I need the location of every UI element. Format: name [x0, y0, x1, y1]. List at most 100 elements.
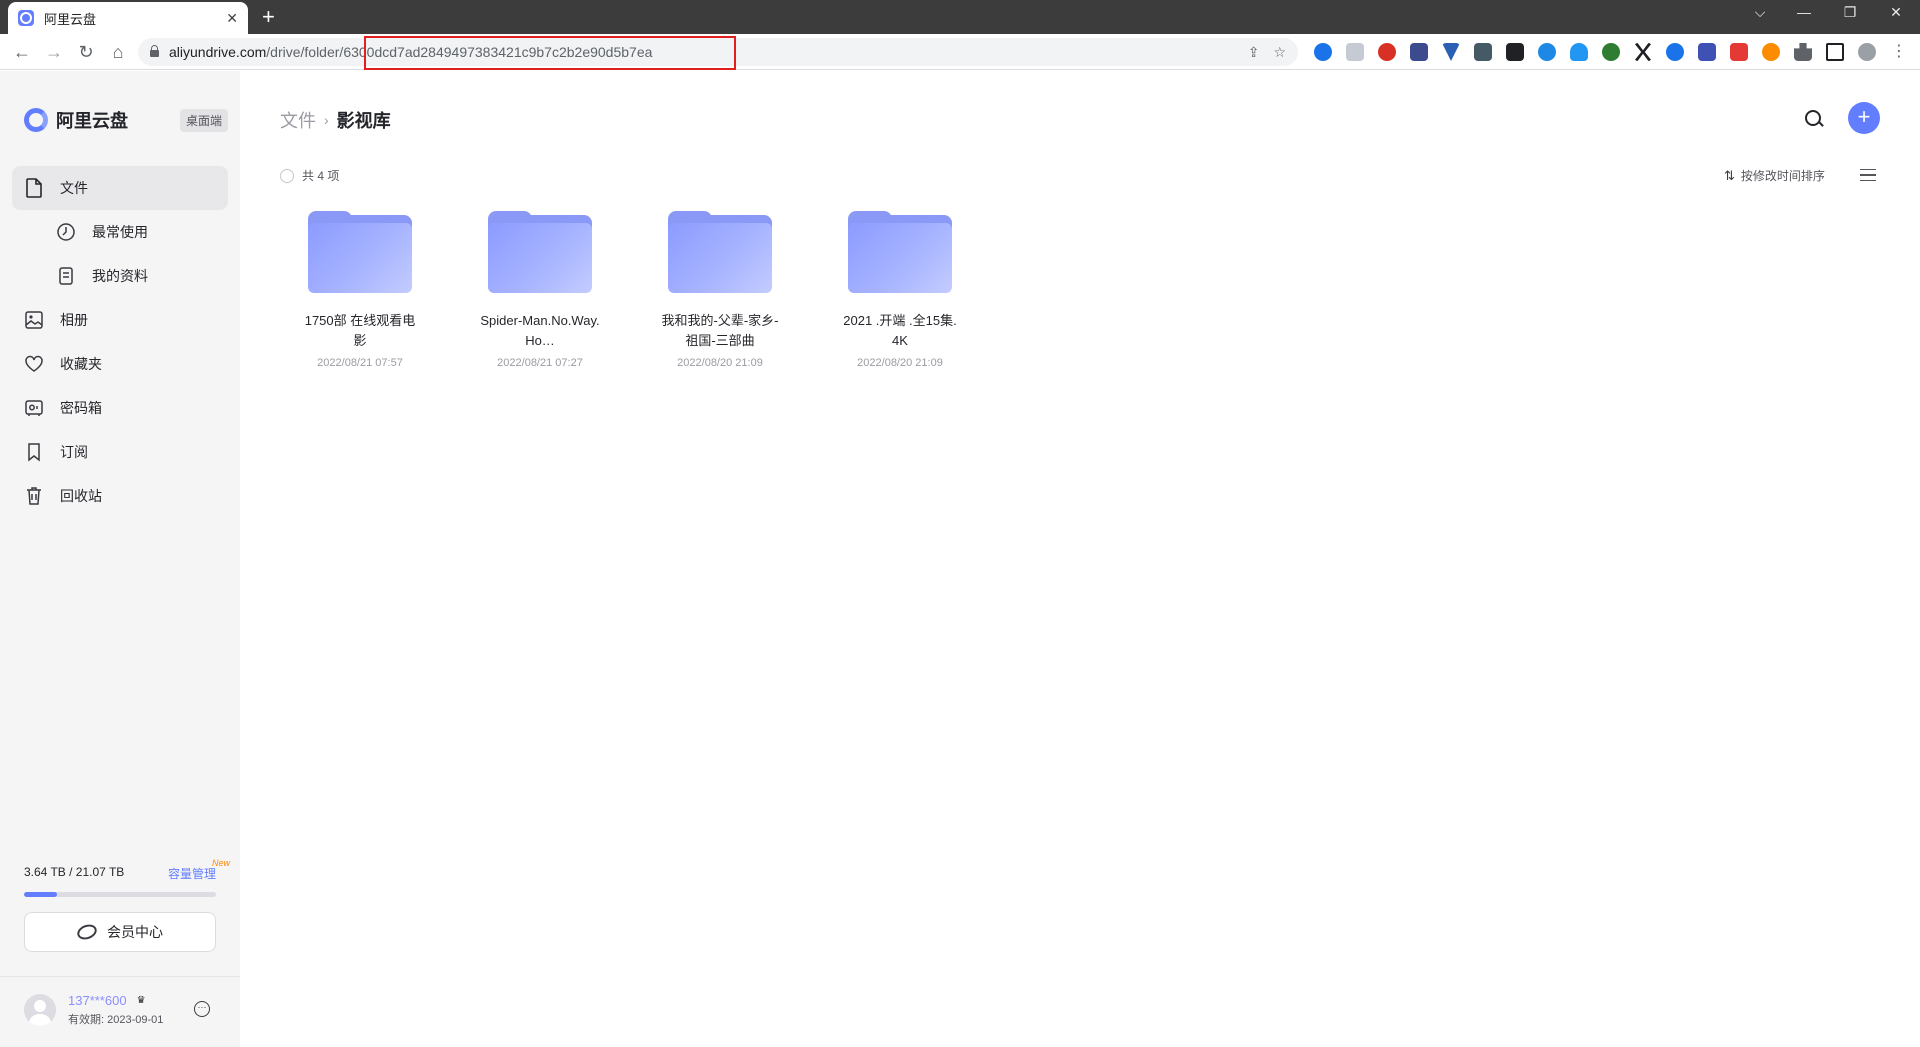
heart-icon — [24, 354, 44, 374]
member-center-label: 会员中心 — [107, 924, 163, 940]
folder-name: 2021 .开端 .全15集. 4K — [843, 313, 957, 348]
restore-icon[interactable]: ❐ — [1830, 4, 1870, 21]
sidebar-nav: 文件 最常使用 我的资料 相册 收藏夹 密码箱 订阅 回收站 — [12, 166, 228, 518]
folder-name: Spider-Man.No.Way.Ho… — [480, 313, 600, 348]
extension-icon[interactable] — [1730, 43, 1748, 61]
folder-name: 1750部 在线观看电影 — [304, 313, 416, 348]
sidebar-item-label: 订阅 — [60, 444, 88, 460]
membership-expiry: 有效期: 2023-09-01 — [68, 1014, 164, 1026]
sidebar-item-label: 回收站 — [60, 488, 102, 504]
safe-icon — [24, 398, 44, 418]
folder-date: 2022/08/20 21:09 — [677, 357, 763, 369]
extension-icon[interactable] — [1762, 43, 1780, 61]
share-icon[interactable]: ⇪ — [1248, 44, 1260, 61]
folder-card[interactable]: 2021 .开端 .全15集. 4K 2022/08/20 21:09 — [840, 211, 960, 369]
sidebar-item-album[interactable]: 相册 — [12, 298, 228, 342]
search-icon[interactable] — [1803, 108, 1825, 130]
more-options-icon[interactable]: ··· — [194, 1001, 210, 1017]
photo-icon — [24, 310, 44, 330]
sort-button[interactable]: ⇅ 按修改时间排序 — [1724, 167, 1825, 184]
sidebar-item-label: 我的资料 — [92, 268, 148, 284]
member-center-button[interactable]: 会员中心 — [24, 912, 216, 952]
extension-icon[interactable] — [1346, 43, 1364, 61]
browser-tab-bar: 阿里云盘 ✕ + ⌵ — ❐ ✕ — [0, 0, 1920, 34]
clock-icon — [56, 222, 76, 242]
side-panel-icon[interactable] — [1826, 43, 1844, 61]
extension-icon[interactable] — [1698, 43, 1716, 61]
url-host: aliyundrive.com — [169, 44, 267, 60]
item-count: 共 4 项 — [302, 169, 340, 183]
capacity-manage-link[interactable]: 容量管理 New — [167, 858, 230, 882]
add-button[interactable]: + — [1848, 102, 1880, 134]
sidebar-item-recycle-bin[interactable]: 回收站 — [12, 474, 228, 518]
sidebar-item-recent[interactable]: 最常使用 — [12, 210, 228, 254]
sidebar: 阿里云盘 桌面端 文件 最常使用 我的资料 相册 收藏夹 密码箱 订阅 回收站 … — [0, 71, 240, 1047]
sidebar-item-label: 收藏夹 — [60, 356, 102, 372]
tab-close-icon[interactable]: ✕ — [226, 10, 238, 27]
sidebar-item-files[interactable]: 文件 — [12, 166, 228, 210]
extension-icon[interactable] — [1474, 43, 1492, 61]
sidebar-item-safe[interactable]: 密码箱 — [12, 386, 228, 430]
kebab-menu-icon[interactable]: ⋮ — [1890, 43, 1908, 61]
extension-icon[interactable] — [1666, 43, 1684, 61]
home-icon[interactable]: ⌂ — [106, 40, 130, 64]
user-name: 137***600 — [68, 993, 127, 1008]
app-logo[interactable]: 阿里云盘 — [24, 107, 128, 133]
reload-icon[interactable]: ↻ — [74, 40, 98, 64]
capacity-manage-label: 容量管理 — [167, 867, 216, 881]
sidebar-item-subscriptions[interactable]: 订阅 — [12, 430, 228, 474]
breadcrumb: 文件 › 影视库 — [280, 107, 391, 133]
storage-panel: 3.64 TB / 21.07 TB 容量管理 New — [24, 858, 230, 897]
avatar[interactable] — [24, 994, 56, 1026]
folder-card[interactable]: Spider-Man.No.Way.Ho… 2022/08/21 07:27 — [480, 211, 600, 369]
storage-used-text: 3.64 TB / 21.07 TB — [24, 865, 125, 879]
sidebar-item-label: 相册 — [60, 312, 88, 328]
extension-icon[interactable] — [1410, 43, 1428, 61]
user-profile[interactable]: 137***600 ♛ 有效期: 2023-09-01 ··· — [24, 993, 216, 1027]
document-icon — [56, 266, 76, 286]
cloud-extension-icon[interactable] — [1570, 43, 1588, 61]
folder-icon — [668, 211, 772, 297]
breadcrumb-current: 影视库 — [336, 111, 391, 131]
breadcrumb-root[interactable]: 文件 — [280, 107, 316, 133]
url-highlight-box — [364, 36, 736, 70]
folder-name: 我和我的-父辈-家乡-祖国-三部曲 — [661, 313, 779, 348]
forward-arrow-icon[interactable]: → — [42, 40, 66, 64]
close-window-icon[interactable]: ✕ — [1876, 4, 1916, 21]
trash-icon — [24, 486, 44, 506]
sidebar-item-favorites[interactable]: 收藏夹 — [12, 342, 228, 386]
file-grid: 1750部 在线观看电影 2022/08/21 07:57 Spider-Man… — [300, 211, 1020, 369]
desktop-client-button[interactable]: 桌面端 — [180, 109, 229, 132]
new-tab-button[interactable]: + — [262, 4, 275, 30]
lock-icon[interactable] — [150, 45, 159, 57]
extension-icon[interactable] — [1506, 43, 1524, 61]
browser-tab[interactable]: 阿里云盘 ✕ — [8, 2, 248, 34]
file-icon — [24, 178, 44, 198]
bookmark-star-icon[interactable]: ☆ — [1273, 44, 1286, 61]
folder-date: 2022/08/21 07:27 — [497, 357, 583, 369]
sidebar-item-label: 最常使用 — [92, 224, 148, 240]
back-arrow-icon[interactable]: ← — [10, 40, 34, 64]
folder-card[interactable]: 我和我的-父辈-家乡-祖国-三部曲 2022/08/20 21:09 — [660, 211, 780, 369]
extension-icon[interactable] — [1538, 43, 1556, 61]
folder-card[interactable]: 1750部 在线观看电影 2022/08/21 07:57 — [300, 211, 420, 369]
aliyun-logo-icon — [24, 108, 48, 132]
select-all-checkbox[interactable] — [280, 168, 294, 183]
profile-icon[interactable] — [1858, 43, 1876, 61]
planet-icon — [75, 922, 99, 942]
list-view-icon[interactable] — [1860, 169, 1876, 181]
sidebar-divider — [0, 976, 240, 977]
logo-text: 阿里云盘 — [56, 111, 128, 131]
minimize-icon[interactable]: — — [1784, 4, 1824, 20]
extension-icon[interactable] — [1602, 43, 1620, 61]
sidebar-item-my-documents[interactable]: 我的资料 — [12, 254, 228, 298]
folder-date: 2022/08/20 21:09 — [857, 357, 943, 369]
extension-icon[interactable] — [1314, 43, 1332, 61]
url-path: /drive/folder/ — [266, 44, 344, 60]
select-all: 共 4 项 — [280, 167, 339, 184]
browser-toolbar: ← → ↻ ⌂ aliyundrive.com /drive/folder/ 6… — [0, 34, 1920, 70]
tab-search-icon[interactable]: ⌵ — [1740, 4, 1780, 21]
sort-label: 按修改时间排序 — [1740, 169, 1825, 183]
folder-date: 2022/08/21 07:57 — [317, 357, 403, 369]
adblock-icon[interactable] — [1378, 43, 1396, 61]
